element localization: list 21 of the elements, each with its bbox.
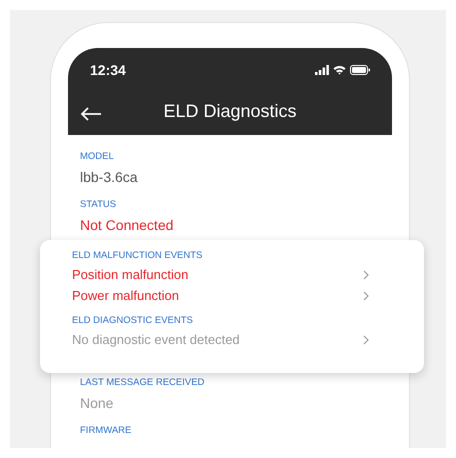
chevron-icon <box>363 270 369 280</box>
wifi-icon <box>333 65 346 75</box>
section-heading: ELD MALFUNCTION EVENTS <box>72 250 204 262</box>
battery-icon <box>350 65 370 75</box>
field-label: STATUS <box>80 198 118 212</box>
status-time: 12:34 <box>90 62 126 78</box>
field-value: lbb-3.6ca <box>80 168 139 187</box>
back-arrow-icon[interactable] <box>80 107 102 121</box>
field-value: None <box>80 394 114 413</box>
section-heading: ELD DIAGNOSTIC EVENTS <box>72 315 194 327</box>
screen-title: ELD Diagnostics <box>163 101 297 122</box>
field-label: FIRMWARE <box>80 424 132 438</box>
field-value: Not Connected <box>80 216 174 235</box>
event-row[interactable]: Position malfunction <box>72 264 369 285</box>
event-row[interactable]: Power malfunction <box>72 285 369 306</box>
signal-icon <box>315 65 329 75</box>
chevron-icon <box>363 290 369 300</box>
field-label: MODEL <box>80 150 115 164</box>
chevron-icon <box>363 334 369 344</box>
field-label: LAST MESSAGE RECEIVED <box>80 376 206 390</box>
event-row[interactable]: No diagnostic event detected <box>72 329 369 350</box>
